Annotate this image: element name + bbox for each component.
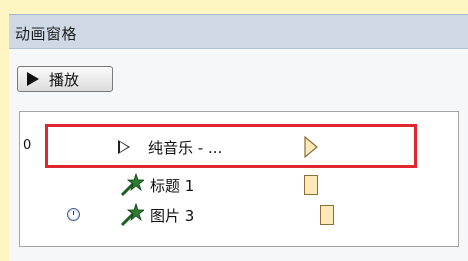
pane-header: 动画窗格 (9, 14, 468, 49)
timeline-bar[interactable] (304, 175, 318, 195)
list-item[interactable]: 图片 3 (20, 200, 458, 230)
item-label: 图片 3 (150, 207, 195, 225)
outer-background (0, 0, 468, 14)
item-number: 0 (23, 138, 32, 153)
star-effect-icon (120, 173, 144, 197)
pane-title: 动画窗格 (15, 25, 78, 43)
play-button[interactable]: 播放 (17, 66, 113, 92)
item-label: 标题 1 (150, 177, 195, 195)
clock-icon (67, 208, 80, 221)
list-item[interactable]: 标题 1 (20, 170, 458, 200)
item-label: 纯音乐 - ... (148, 139, 223, 157)
timeline-bar[interactable] (320, 205, 334, 225)
play-button-label: 播放 (49, 70, 80, 89)
list-item[interactable]: 0 纯音乐 - ... (20, 132, 458, 162)
play-triangle-icon (118, 140, 130, 154)
outer-background-left (0, 0, 9, 261)
animation-list: 0 纯音乐 - ... 标题 1 图片 3 (19, 111, 459, 247)
timeline-marker-icon[interactable] (304, 136, 318, 158)
play-icon (27, 72, 39, 86)
star-effect-icon (120, 203, 144, 227)
